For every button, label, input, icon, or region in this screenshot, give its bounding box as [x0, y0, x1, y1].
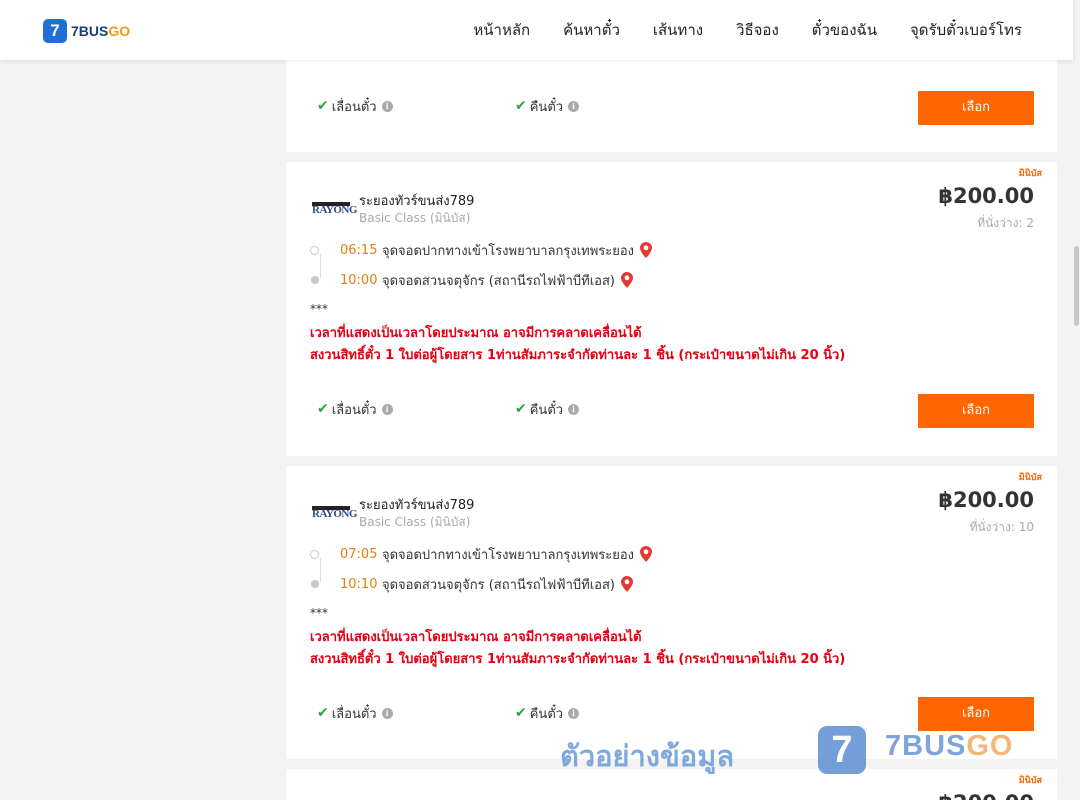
info-icon[interactable]: i: [381, 100, 393, 112]
policy-refund-label: คืนตั๋ว: [529, 706, 564, 722]
page-scrollbar[interactable]: [1073, 0, 1080, 800]
vehicle-type-badge: มินิบัส: [1018, 473, 1042, 483]
top-navbar: 7 7BUSGO หน้าหลัก ค้นหาตั๋ว เส้นทาง วิธี…: [0, 0, 1073, 60]
trip-note-luggage: สงวนสิทธิ์ตั๋ว 1 ใบต่อผู้โดยสาร 1ท่านสัม…: [310, 652, 846, 667]
watermark-sample-text: ตัวอย่างข้อมูล: [560, 739, 735, 773]
operator-logo-text: RAYONG: [312, 508, 357, 520]
operator-logo: RAYONG: [312, 506, 357, 522]
policy-change: ✔ เลื่อนตั๋ว i: [317, 97, 393, 115]
arrival-stop: 10:00 จุดจอดสวนจตุจักร (สถานีรถไฟฟ้าบีที…: [310, 270, 633, 290]
info-icon[interactable]: i: [568, 100, 580, 112]
info-icon[interactable]: i: [381, 403, 393, 415]
watermark-brand-bus: 7BUS: [885, 730, 967, 762]
bus-class: Basic Class (มินิบัส): [359, 211, 471, 225]
operator-name: ระยองทัวร์ขนส่ง789: [359, 194, 475, 209]
site-logo[interactable]: 7 7BUSGO: [43, 18, 130, 44]
watermark-brand: 7BUSGO: [885, 730, 1013, 763]
trip-note-stars: ***: [310, 302, 328, 316]
vehicle-type-badge: มินิบัส: [1018, 776, 1042, 786]
watermark-logo-icon: 7: [818, 726, 866, 774]
departure-stop-name: จุดจอดปากทางเข้าโรงพยาบาลกรุงเทพระยอง: [382, 547, 635, 563]
logo-text-bus: 7BUS: [71, 23, 109, 39]
info-icon[interactable]: i: [568, 403, 580, 415]
operator-name: ระยองทัวร์ขนส่ง789: [359, 498, 475, 513]
policy-refund-label: คืนตั๋ว: [529, 99, 564, 115]
departure-dot-icon: [310, 245, 319, 255]
departure-stop: 06:15 จุดจอดปากทางเข้าโรงพยาบาลกรุงเทพระ…: [310, 240, 653, 260]
policy-change: ✔ เลื่อนตั๋ว i: [317, 400, 393, 418]
check-icon: ✔: [515, 401, 527, 417]
departure-time: 06:15: [340, 242, 378, 258]
arrival-time: 10:10: [340, 576, 378, 592]
map-pin-icon[interactable]: [640, 242, 653, 258]
departure-time: 07:05: [340, 546, 378, 562]
arrival-time: 10:00: [340, 272, 378, 288]
departure-dot-icon: [310, 549, 319, 559]
departure-stop-name: จุดจอดปากทางเข้าโรงพยาบาลกรุงเทพระยอง: [382, 243, 635, 259]
nav-home[interactable]: หน้าหลัก: [473, 18, 530, 42]
main-nav: หน้าหลัก ค้นหาตั๋ว เส้นทาง วิธีจอง ตั๋วข…: [440, 0, 1022, 60]
policy-refund-label: คืนตั๋ว: [529, 402, 564, 418]
policy-change: ✔ เลื่อนตั๋ว i: [317, 704, 393, 722]
vehicle-type-badge: มินิบัส: [1018, 169, 1042, 179]
map-pin-icon[interactable]: [640, 546, 653, 562]
select-button[interactable]: เลือก: [918, 91, 1034, 125]
scrollbar-thumb[interactable]: [1074, 246, 1079, 326]
trip-note-time: เวลาที่แสดงเป็นเวลาโดยประมาณ อาจมีการคลา…: [310, 326, 642, 341]
info-icon[interactable]: i: [568, 707, 580, 719]
info-icon[interactable]: i: [381, 707, 393, 719]
nav-my-tickets[interactable]: ตั๋วของฉัน: [812, 18, 877, 42]
trip-note-time: เวลาที่แสดงเป็นเวลาโดยประมาณ อาจมีการคลา…: [310, 630, 642, 645]
trip-note-stars: ***: [310, 606, 328, 620]
logo-mark-icon: 7: [43, 19, 67, 43]
logo-text-go: GO: [108, 23, 131, 39]
operator-logo: RAYONG: [312, 202, 357, 218]
trip-price: ฿200.00: [938, 791, 1034, 800]
nav-search-tickets[interactable]: ค้นหาตั๋ว: [563, 18, 620, 42]
policy-change-label: เลื่อนตั๋ว: [331, 706, 377, 722]
policy-refund: ✔ คืนตั๋ว i: [515, 97, 580, 115]
arrival-stop: 10:10 จุดจอดสวนจตุจักร (สถานีรถไฟฟ้าบีที…: [310, 574, 633, 594]
policy-refund: ✔ คืนตั๋ว i: [515, 400, 580, 418]
select-button[interactable]: เลือก: [918, 697, 1034, 731]
bus-class: Basic Class (มินิบัส): [359, 515, 471, 529]
trip-card: มินิบัส RAYONG ระยองทัวร์ขนส่ง789 Basic …: [286, 466, 1057, 759]
trip-price: ฿200.00: [938, 488, 1034, 512]
check-icon: ✔: [317, 98, 329, 114]
seats-available: ที่นั่งว่าง: 2: [977, 216, 1034, 230]
check-icon: ✔: [317, 401, 329, 417]
policy-refund: ✔ คืนตั๋ว i: [515, 704, 580, 722]
policy-change-label: เลื่อนตั๋ว: [331, 99, 377, 115]
policy-change-label: เลื่อนตั๋ว: [331, 402, 377, 418]
check-icon: ✔: [317, 705, 329, 721]
trip-card-previous: ✔ เลื่อนตั๋ว i ✔ คืนตั๋ว i เลือก: [286, 50, 1057, 152]
map-pin-icon[interactable]: [620, 272, 633, 288]
departure-stop: 07:05 จุดจอดปากทางเข้าโรงพยาบาลกรุงเทพระ…: [310, 544, 653, 564]
nav-routes[interactable]: เส้นทาง: [653, 18, 703, 42]
logo-text: 7BUSGO: [71, 23, 130, 39]
arrival-dot-icon: [311, 580, 319, 588]
watermark-brand-go: GO: [966, 730, 1014, 762]
trip-note-luggage: สงวนสิทธิ์ตั๋ว 1 ใบต่อผู้โดยสาร 1ท่านสัม…: [310, 348, 846, 363]
arrival-dot-icon: [311, 276, 319, 284]
trip-card: มินิบัส RAYONG ระยองทัวร์ขนส่ง789 Basic …: [286, 162, 1057, 456]
check-icon: ✔: [515, 705, 527, 721]
seats-available: ที่นั่งว่าง: 10: [969, 520, 1034, 534]
arrival-stop-name: จุดจอดสวนจตุจักร (สถานีรถไฟฟ้าบีทีเอส): [382, 273, 615, 289]
select-button[interactable]: เลือก: [918, 394, 1034, 428]
nav-ticket-pickup-phone[interactable]: จุดรับตั๋วเบอร์โทร: [910, 18, 1022, 42]
trip-price: ฿200.00: [938, 184, 1034, 208]
check-icon: ✔: [515, 98, 527, 114]
operator-logo-text: RAYONG: [312, 204, 357, 216]
nav-how-to-book[interactable]: วิธีจอง: [736, 18, 779, 42]
arrival-stop-name: จุดจอดสวนจตุจักร (สถานีรถไฟฟ้าบีทีเอส): [382, 577, 615, 593]
map-pin-icon[interactable]: [620, 576, 633, 592]
